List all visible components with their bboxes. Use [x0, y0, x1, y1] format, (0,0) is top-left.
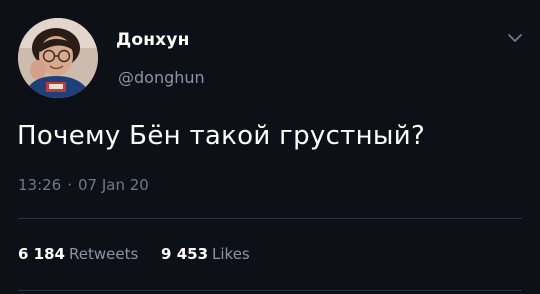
display-name[interactable]: Донхун: [116, 30, 190, 50]
retweets-stat[interactable]: 6 184 Retweets: [18, 245, 138, 263]
divider: [18, 290, 522, 291]
tweet-date: 07 Jan 20: [78, 176, 149, 194]
likes-label: Likes: [212, 245, 250, 263]
engagement-stats: 6 184 Retweets 9 453 Likes: [18, 245, 268, 263]
avatar[interactable]: [18, 18, 98, 98]
retweets-count: 6 184: [18, 245, 65, 263]
avatar-photo: [18, 18, 98, 98]
chevron-down-icon[interactable]: [505, 30, 525, 46]
likes-stat[interactable]: 9 453 Likes: [161, 245, 250, 263]
tweet-card: Донхун @donghun Почему Бён такой грустны…: [0, 0, 540, 294]
tweet-text: Почему Бён такой грустный?: [17, 121, 426, 151]
tweet-time: 13:26: [18, 176, 62, 194]
tweet-timestamp[interactable]: 13:26 · 07 Jan 20: [18, 176, 149, 194]
retweets-label: Retweets: [68, 245, 139, 263]
likes-count: 9 453: [161, 245, 209, 263]
user-handle[interactable]: @donghun: [118, 68, 205, 87]
meta-separator: ·: [67, 176, 73, 194]
divider: [18, 218, 522, 219]
